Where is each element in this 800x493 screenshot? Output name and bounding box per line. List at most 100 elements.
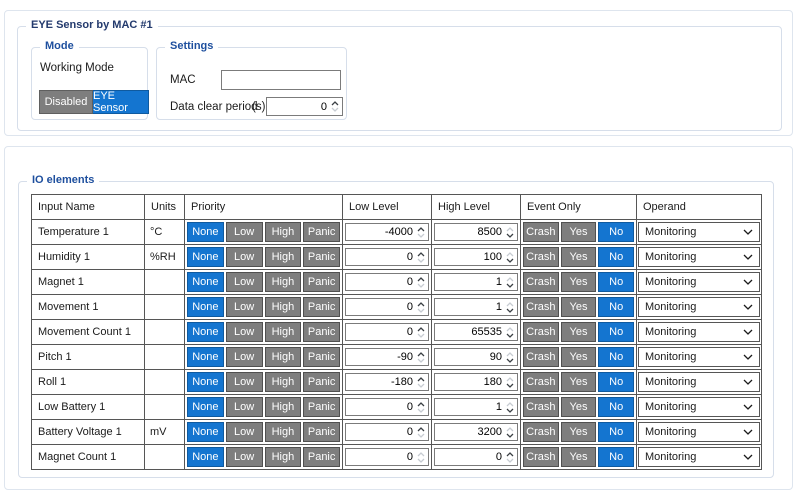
spin-down-icon[interactable] xyxy=(417,233,425,238)
low-level-input[interactable] xyxy=(346,224,414,240)
spin-down-icon[interactable] xyxy=(331,107,339,112)
event-only-option-yes[interactable]: Yes xyxy=(561,247,597,267)
spin-up-icon[interactable] xyxy=(506,377,514,382)
priority-option-low[interactable]: Low xyxy=(226,347,263,367)
event-only-option-yes[interactable]: Yes xyxy=(561,447,597,467)
event-only-option-crash[interactable]: Crash xyxy=(523,447,559,467)
priority-option-low[interactable]: Low xyxy=(226,222,263,242)
spin-up-icon[interactable] xyxy=(417,352,425,357)
priority-option-low[interactable]: Low xyxy=(226,297,263,317)
priority-option-low[interactable]: Low xyxy=(226,247,263,267)
spin-up-icon[interactable] xyxy=(417,327,425,332)
spin-down-icon[interactable] xyxy=(506,283,514,288)
event-only-option-crash[interactable]: Crash xyxy=(523,347,559,367)
event-only-option-no[interactable]: No xyxy=(598,347,634,367)
operand-select[interactable]: Monitoring xyxy=(638,322,760,342)
priority-option-low[interactable]: Low xyxy=(226,372,263,392)
data-clear-period-input[interactable] xyxy=(267,98,328,115)
event-only-option-no[interactable]: No xyxy=(598,447,634,467)
priority-option-high[interactable]: High xyxy=(265,397,302,417)
priority-option-high[interactable]: High xyxy=(265,447,302,467)
priority-option-high[interactable]: High xyxy=(265,247,302,267)
spin-up-icon[interactable] xyxy=(506,302,514,307)
priority-option-none[interactable]: None xyxy=(187,422,224,442)
priority-option-low[interactable]: Low xyxy=(226,397,263,417)
spin-down-icon[interactable] xyxy=(417,458,425,463)
high-level-input[interactable] xyxy=(435,324,503,340)
spin-down-icon[interactable] xyxy=(417,383,425,388)
event-only-option-no[interactable]: No xyxy=(598,322,634,342)
low-level-input[interactable] xyxy=(346,399,414,415)
priority-option-panic[interactable]: Panic xyxy=(303,397,340,417)
priority-option-none[interactable]: None xyxy=(187,272,224,292)
priority-option-panic[interactable]: Panic xyxy=(303,322,340,342)
high-level-input[interactable] xyxy=(435,449,503,465)
event-only-option-no[interactable]: No xyxy=(598,372,634,392)
event-only-option-crash[interactable]: Crash xyxy=(523,422,559,442)
priority-option-none[interactable]: None xyxy=(187,372,224,392)
high-level-input[interactable] xyxy=(435,249,503,265)
spin-down-icon[interactable] xyxy=(506,308,514,313)
priority-option-panic[interactable]: Panic xyxy=(303,447,340,467)
high-level-input[interactable] xyxy=(435,299,503,315)
event-only-option-yes[interactable]: Yes xyxy=(561,422,597,442)
low-level-input[interactable] xyxy=(346,324,414,340)
low-level-input[interactable] xyxy=(346,274,414,290)
event-only-option-yes[interactable]: Yes xyxy=(561,347,597,367)
priority-option-none[interactable]: None xyxy=(187,347,224,367)
low-level-input[interactable] xyxy=(346,349,414,365)
priority-option-panic[interactable]: Panic xyxy=(303,247,340,267)
low-level-input[interactable] xyxy=(346,299,414,315)
spin-up-icon[interactable] xyxy=(506,402,514,407)
priority-option-high[interactable]: High xyxy=(265,222,302,242)
spin-up-icon[interactable] xyxy=(417,252,425,257)
priority-option-panic[interactable]: Panic xyxy=(303,297,340,317)
spin-down-icon[interactable] xyxy=(417,433,425,438)
event-only-option-yes[interactable]: Yes xyxy=(561,322,597,342)
priority-option-none[interactable]: None xyxy=(187,297,224,317)
priority-option-panic[interactable]: Panic xyxy=(303,347,340,367)
event-only-option-yes[interactable]: Yes xyxy=(561,297,597,317)
priority-option-none[interactable]: None xyxy=(187,322,224,342)
spin-up-icon[interactable] xyxy=(417,277,425,282)
spin-down-icon[interactable] xyxy=(506,408,514,413)
priority-option-none[interactable]: None xyxy=(187,447,224,467)
event-only-option-no[interactable]: No xyxy=(598,422,634,442)
operand-select[interactable]: Monitoring xyxy=(638,222,760,242)
operand-select[interactable]: Monitoring xyxy=(638,347,760,367)
event-only-option-no[interactable]: No xyxy=(598,297,634,317)
mode-button-eye-sensor[interactable]: EYE Sensor xyxy=(93,90,149,114)
spin-up-icon[interactable] xyxy=(506,252,514,257)
priority-option-panic[interactable]: Panic xyxy=(303,222,340,242)
spin-down-icon[interactable] xyxy=(506,233,514,238)
priority-option-high[interactable]: High xyxy=(265,297,302,317)
low-level-input[interactable] xyxy=(346,374,414,390)
spin-down-icon[interactable] xyxy=(417,308,425,313)
event-only-option-crash[interactable]: Crash xyxy=(523,322,559,342)
spin-down-icon[interactable] xyxy=(506,433,514,438)
event-only-option-yes[interactable]: Yes xyxy=(561,222,597,242)
priority-option-high[interactable]: High xyxy=(265,422,302,442)
event-only-option-no[interactable]: No xyxy=(598,222,634,242)
priority-option-panic[interactable]: Panic xyxy=(303,272,340,292)
operand-select[interactable]: Monitoring xyxy=(638,297,760,317)
priority-option-panic[interactable]: Panic xyxy=(303,372,340,392)
event-only-option-yes[interactable]: Yes xyxy=(561,397,597,417)
spin-up-icon[interactable] xyxy=(506,427,514,432)
spin-up-icon[interactable] xyxy=(417,302,425,307)
event-only-option-crash[interactable]: Crash xyxy=(523,297,559,317)
operand-select[interactable]: Monitoring xyxy=(638,447,760,467)
event-only-option-yes[interactable]: Yes xyxy=(561,372,597,392)
spin-up-icon[interactable] xyxy=(417,427,425,432)
spin-up-icon[interactable] xyxy=(417,227,425,232)
spin-down-icon[interactable] xyxy=(417,408,425,413)
spin-up-icon[interactable] xyxy=(506,452,514,457)
priority-option-low[interactable]: Low xyxy=(226,422,263,442)
low-level-input[interactable] xyxy=(346,424,414,440)
mode-button-disabled[interactable]: Disabled xyxy=(39,90,93,114)
spin-down-icon[interactable] xyxy=(506,383,514,388)
spin-down-icon[interactable] xyxy=(506,258,514,263)
spin-up-icon[interactable] xyxy=(417,452,425,457)
high-level-input[interactable] xyxy=(435,374,503,390)
priority-option-low[interactable]: Low xyxy=(226,447,263,467)
